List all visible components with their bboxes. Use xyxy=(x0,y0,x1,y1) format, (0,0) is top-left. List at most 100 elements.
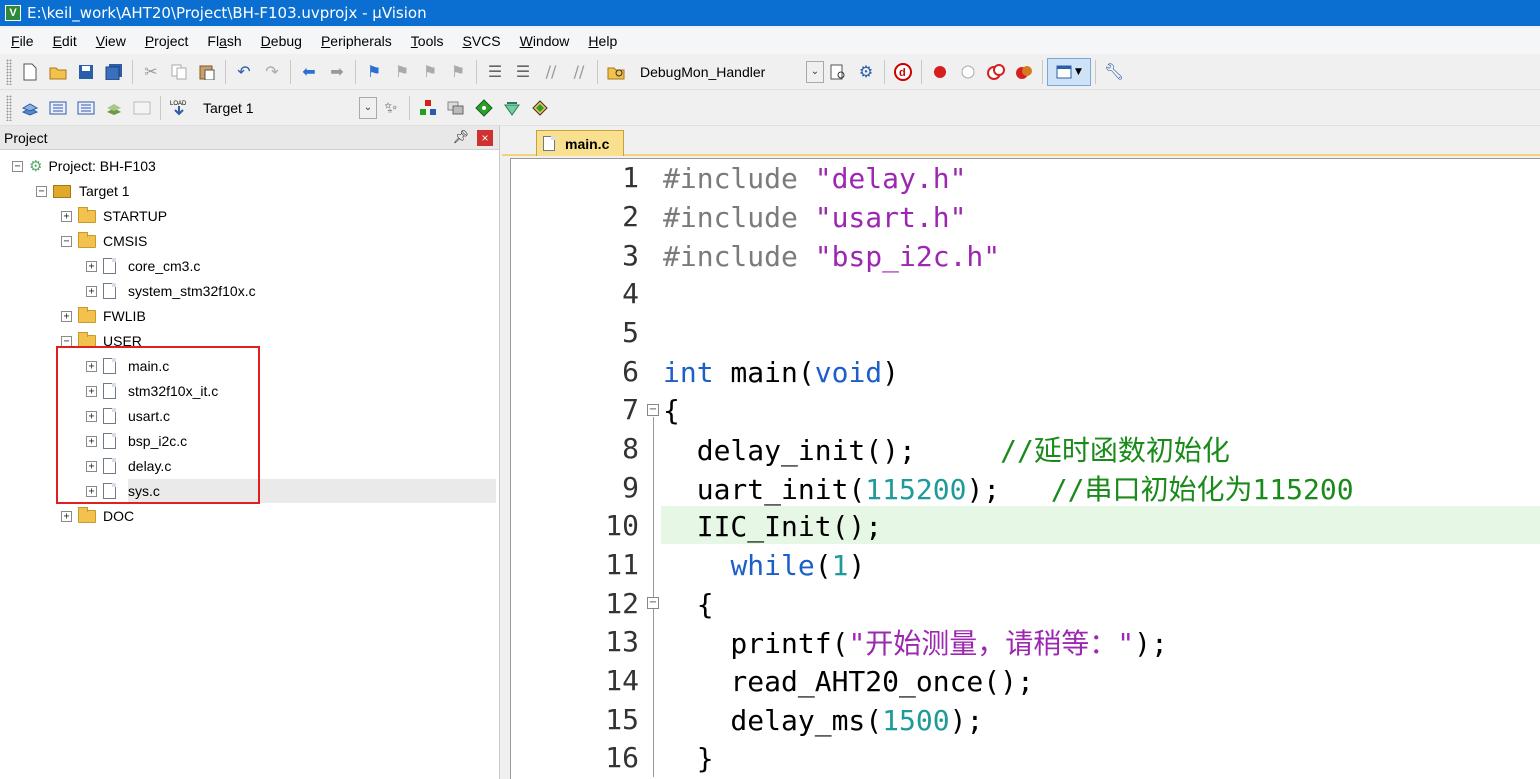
code-editor[interactable]: 1 2 3 4 5 6 7 8 9 10 11 12 13 14 15 16 −… xyxy=(510,158,1540,779)
menu-tools[interactable]: Tools xyxy=(400,33,452,49)
menu-edit[interactable]: Edit xyxy=(42,33,85,49)
collapse-icon[interactable]: − xyxy=(61,335,72,347)
incremental-find-icon[interactable] xyxy=(824,58,852,86)
paste-icon[interactable] xyxy=(193,58,221,86)
menu-help[interactable]: Help xyxy=(577,33,625,49)
folder-icon xyxy=(78,206,96,223)
bookmark-next-icon[interactable]: ⚑ xyxy=(416,58,444,86)
toolbar-separator xyxy=(597,59,598,84)
menu-svcs[interactable]: SVCS xyxy=(451,33,508,49)
bookmark-clear-icon[interactable]: ⚑ xyxy=(444,58,472,86)
tree-group-doc[interactable]: + DOC xyxy=(61,504,134,528)
project-icon: ⚙ xyxy=(29,158,43,175)
download-load-icon[interactable]: LOAD xyxy=(165,94,193,122)
uncomment-icon[interactable]: // xyxy=(565,58,593,86)
tab-main-c[interactable]: main.c xyxy=(536,130,624,156)
save-all-icon[interactable] xyxy=(100,58,128,86)
file-icon xyxy=(543,136,555,151)
chevron-down-icon[interactable]: ⌄ xyxy=(359,96,377,119)
chevron-down-icon[interactable]: ⌄ xyxy=(806,60,824,83)
copy-icon[interactable] xyxy=(165,58,193,86)
build-icon[interactable] xyxy=(44,94,72,122)
target-options-icon[interactable]: ✨︎ xyxy=(377,94,405,122)
code-line: { xyxy=(663,587,714,621)
menu-flash[interactable]: Flash xyxy=(196,33,249,49)
breakpoint-kill-all-icon[interactable] xyxy=(1010,58,1038,86)
close-icon[interactable]: × xyxy=(477,130,493,146)
toolbar-grip[interactable] xyxy=(6,94,12,121)
project-panel-header: Project 📌︎ × xyxy=(0,126,499,150)
cut-icon[interactable]: ✂ xyxy=(137,58,165,86)
pack-installer-icon[interactable] xyxy=(498,94,526,122)
tree-target[interactable]: − Target 1 xyxy=(36,179,130,203)
menu-view[interactable]: View xyxy=(85,33,134,49)
batch-build-icon[interactable] xyxy=(100,94,128,122)
new-file-icon[interactable] xyxy=(16,58,44,86)
toolbar-separator xyxy=(476,59,477,84)
expand-icon[interactable]: + xyxy=(61,210,72,222)
highlight-annotation-box xyxy=(56,346,260,504)
tree-group-startup[interactable]: + STARTUP xyxy=(61,204,167,228)
tree-group-fwlib[interactable]: + FWLIB xyxy=(61,304,146,328)
breakpoint-insert-icon[interactable] xyxy=(926,58,954,86)
code-line: delay_ms(1500); xyxy=(663,703,984,737)
build-toolbar: LOAD Target 1 ⌄ ✨︎ xyxy=(0,90,1540,126)
navigate-back-icon[interactable]: ⬅ xyxy=(295,58,323,86)
save-icon[interactable] xyxy=(72,58,100,86)
rebuild-icon[interactable] xyxy=(72,94,100,122)
folder-icon xyxy=(78,306,96,323)
select-packs-icon[interactable] xyxy=(442,94,470,122)
unindent-icon[interactable]: ☰ xyxy=(509,58,537,86)
wrench-icon[interactable]: 🔧︎ xyxy=(1100,58,1128,86)
expand-icon[interactable]: + xyxy=(61,510,72,522)
window-layout-icon[interactable]: ▼ xyxy=(1047,57,1091,86)
bookmark-toggle-icon[interactable]: ⚑ xyxy=(360,58,388,86)
navigate-forward-icon[interactable]: ➡ xyxy=(323,58,351,86)
toolbar-separator xyxy=(1095,59,1096,84)
code-line: int main(void) xyxy=(663,355,900,389)
open-folder-icon[interactable] xyxy=(44,58,72,86)
bookmark-prev-icon[interactable]: ⚑ xyxy=(388,58,416,86)
collapse-icon[interactable]: − xyxy=(12,160,23,172)
translate-icon[interactable] xyxy=(16,94,44,122)
breakpoint-disable-all-icon[interactable] xyxy=(982,58,1010,86)
manage-components-icon[interactable] xyxy=(526,94,554,122)
tree-file[interactable]: + system_stm32f10x.c xyxy=(86,279,256,303)
code-line: #include "usart.h" xyxy=(663,200,967,234)
manage-runtime-icon[interactable] xyxy=(470,94,498,122)
redo-icon[interactable]: ↷ xyxy=(258,58,286,86)
tree-project-root[interactable]: − ⚙ Project: BH-F103 xyxy=(12,154,156,178)
menu-file[interactable]: File xyxy=(0,33,42,49)
title-bar: V E:\keil_work\AHT20\Project\BH-F103.uvp… xyxy=(0,0,1540,26)
menu-window[interactable]: Window xyxy=(509,33,578,49)
undo-icon[interactable]: ↶ xyxy=(230,58,258,86)
expand-icon[interactable]: + xyxy=(86,260,97,272)
expand-icon[interactable]: + xyxy=(86,285,97,297)
tree-group-cmsis[interactable]: − CMSIS xyxy=(61,229,147,253)
function-combo[interactable]: DebugMon_Handler ⌄ xyxy=(634,60,824,84)
editor-pane: main.c 1 2 3 4 5 6 7 8 9 10 11 12 13 14 … xyxy=(502,126,1540,779)
toolbar-grip[interactable] xyxy=(6,58,12,85)
toolbar-separator xyxy=(290,59,291,84)
code-line: delay_init(); //延时函数初始化 xyxy=(663,434,1230,467)
comment-icon[interactable]: // xyxy=(537,58,565,86)
debug-session-icon[interactable]: d xyxy=(889,58,917,86)
expand-icon[interactable]: + xyxy=(61,310,72,322)
find-in-files-icon[interactable] xyxy=(602,58,630,86)
stop-build-icon[interactable] xyxy=(128,94,156,122)
pin-icon[interactable]: 📌︎ xyxy=(452,129,469,145)
indent-icon[interactable]: ☰ xyxy=(481,58,509,86)
breakpoint-enable-icon[interactable] xyxy=(954,58,982,86)
menu-debug[interactable]: Debug xyxy=(250,33,310,49)
manage-project-items-icon[interactable] xyxy=(414,94,442,122)
uvision-app-icon: V xyxy=(5,5,21,21)
menu-peripherals[interactable]: Peripherals xyxy=(310,33,400,49)
collapse-icon[interactable]: − xyxy=(61,235,72,247)
target-combo[interactable]: Target 1 ⌄ xyxy=(197,96,377,120)
configure-icon[interactable]: ⚙ xyxy=(852,58,880,86)
code-line: { xyxy=(663,393,680,427)
tree-file[interactable]: + core_cm3.c xyxy=(86,254,200,278)
menu-project[interactable]: Project xyxy=(134,33,197,49)
collapse-icon[interactable]: − xyxy=(36,185,47,197)
line-number: 5 xyxy=(622,316,639,349)
